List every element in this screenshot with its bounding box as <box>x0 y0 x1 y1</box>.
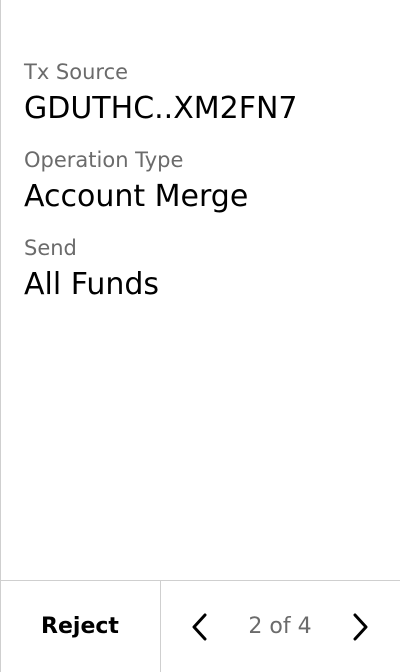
field-label: Operation Type <box>24 148 184 172</box>
field-value: All Funds <box>24 267 160 302</box>
field-label: Tx Source <box>24 60 129 84</box>
field-tx-source: Tx Source GDUTHC..XM2FN7 <box>24 58 384 130</box>
field-label: Send <box>24 236 77 260</box>
previous-button[interactable] <box>176 601 224 653</box>
field-operation-type: Operation Type Account Merge <box>24 146 384 218</box>
field-value: GDUTHC..XM2FN7 <box>24 91 298 126</box>
next-button[interactable] <box>336 601 384 653</box>
pagination: 2 of 4 <box>161 581 400 672</box>
reject-button[interactable]: Reject <box>0 581 160 672</box>
field-value: Account Merge <box>24 179 249 214</box>
left-border <box>0 0 1 672</box>
transaction-details: Tx Source GDUTHC..XM2FN7 Operation Type … <box>24 58 384 322</box>
chevron-right-icon <box>353 613 368 641</box>
field-send: Send All Funds <box>24 234 384 306</box>
page-indicator: 2 of 4 <box>248 614 312 639</box>
footer-bar: Reject 2 of 4 <box>0 580 400 672</box>
chevron-left-icon <box>192 613 207 641</box>
